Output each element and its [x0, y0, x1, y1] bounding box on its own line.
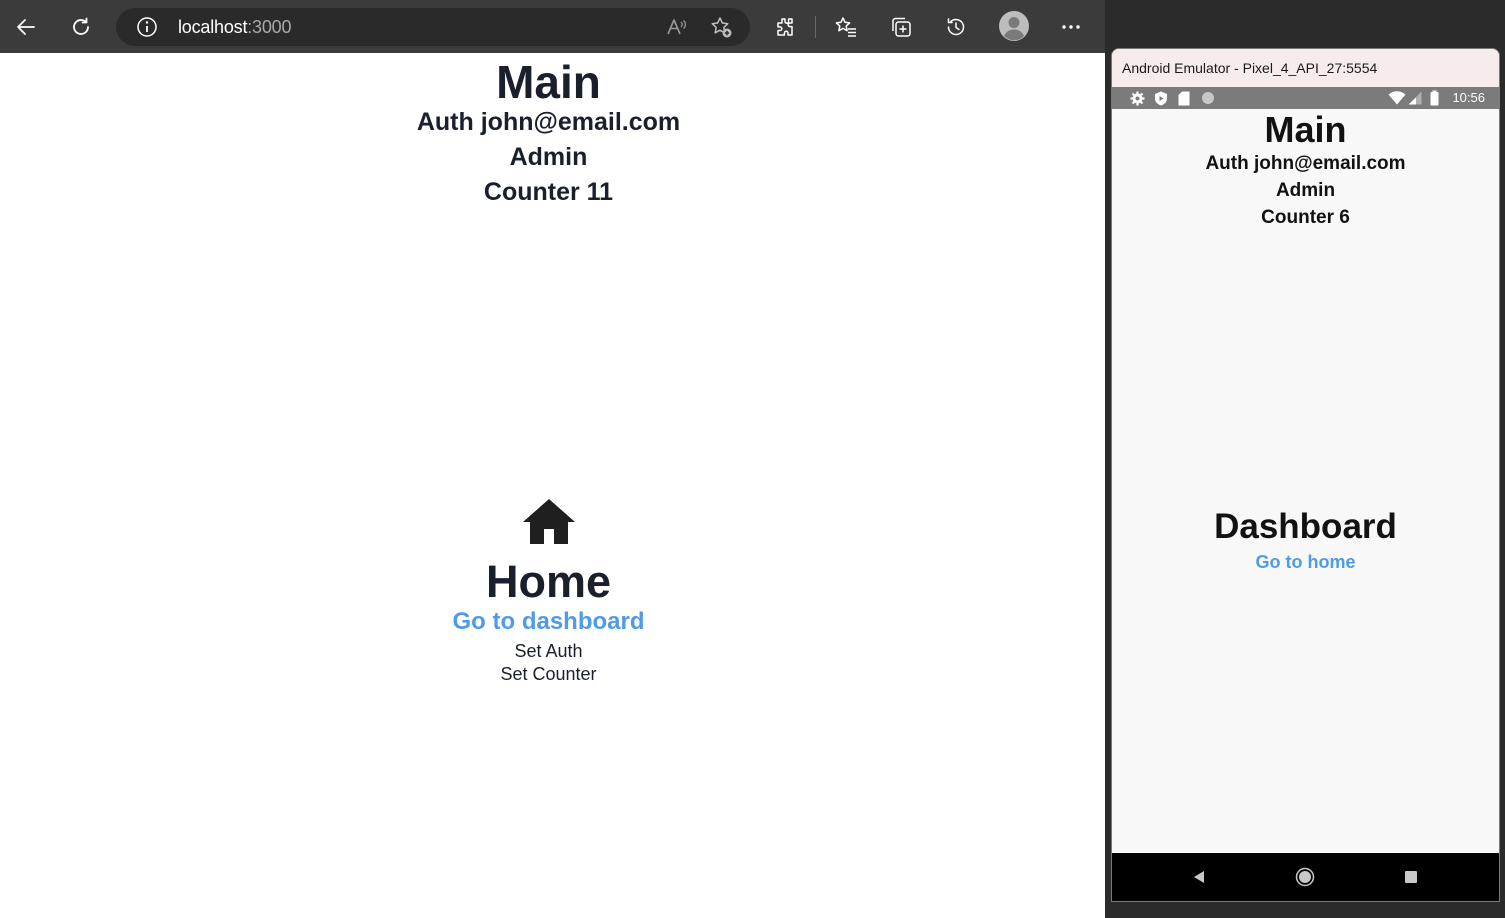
read-aloud-button[interactable]: [665, 16, 687, 43]
add-favorite-icon: [711, 17, 732, 38]
collections-button[interactable]: [884, 10, 918, 44]
emulator-role-text: Admin: [1275, 180, 1336, 201]
web-page: Main Auth john@email.com Admin Counter 1…: [0, 53, 1105, 918]
extensions-button[interactable]: [768, 10, 802, 44]
history-button[interactable]: [939, 10, 973, 44]
extensions-icon: [777, 18, 793, 36]
android-status-bar: 10:56: [1112, 87, 1499, 109]
url-host: localhost: [178, 17, 248, 37]
emulator-main-title: Main: [1264, 109, 1347, 150]
main-title: Main: [496, 56, 601, 108]
go-to-dashboard-link[interactable]: Go to dashboard: [0, 608, 1097, 636]
favorites-button[interactable]: [829, 10, 863, 44]
set-auth-button[interactable]: Set Auth: [0, 641, 1097, 662]
profile-icon: [999, 11, 1029, 41]
role-text: Admin: [509, 143, 588, 171]
android-recents-button[interactable]: [1401, 868, 1421, 886]
play-protect-icon: [1155, 91, 1167, 106]
emulator-titlebar: Android Emulator - Pixel_4_API_27:5554: [1112, 49, 1499, 87]
browser-window: localhost:3000 Main Auth john@email.com …: [0, 0, 1105, 918]
site-info-icon: [137, 17, 157, 37]
more-icon: [1062, 25, 1080, 29]
add-favorite-button[interactable]: [709, 15, 733, 44]
notification-dot-icon: [1202, 92, 1214, 104]
auth-email-text: Auth john@email.com: [416, 108, 681, 136]
emulator-counter-text: Counter 6: [1261, 207, 1350, 228]
site-info-button[interactable]: [136, 16, 158, 43]
wifi-icon: [1388, 91, 1406, 105]
cellular-signal-icon: [1408, 91, 1422, 105]
counter-text: Counter 11: [483, 178, 614, 206]
nav-home-icon: [1295, 867, 1315, 887]
address-bar[interactable]: localhost:3000: [116, 8, 750, 46]
refresh-icon: [73, 17, 89, 35]
refresh-button[interactable]: [64, 10, 98, 44]
url-port: :3000: [247, 17, 292, 37]
browser-toolbar: localhost:3000: [0, 0, 1105, 53]
profile-button[interactable]: [997, 9, 1031, 43]
settings-gear-icon: [1130, 91, 1145, 106]
address-url[interactable]: localhost:3000: [178, 17, 291, 38]
dashboard-title: Dashboard: [1214, 507, 1397, 546]
home-icon: [523, 499, 575, 544]
status-time: 10:56: [1452, 90, 1485, 105]
battery-icon: [1430, 90, 1439, 106]
go-to-home-link[interactable]: Go to home: [1112, 552, 1499, 573]
android-navigation-bar: [1112, 853, 1499, 901]
nav-recents-icon: [1405, 871, 1417, 883]
home-title: Home: [485, 556, 612, 607]
nav-back-icon: [1194, 871, 1204, 883]
toolbar-divider: [815, 16, 816, 38]
set-counter-button[interactable]: Set Counter: [0, 664, 1097, 685]
android-back-button[interactable]: [1189, 868, 1209, 886]
emulator-title: Android Emulator - Pixel_4_API_27:5554: [1122, 60, 1378, 76]
favorites-icon: [835, 17, 856, 37]
android-emulator-window: Android Emulator - Pixel_4_API_27:5554 1…: [1111, 48, 1500, 902]
emulator-auth-email-text: Auth john@email.com: [1205, 153, 1406, 174]
read-aloud-icon: [667, 19, 687, 35]
collections-icon: [892, 17, 911, 37]
android-home-button[interactable]: [1295, 867, 1315, 887]
back-button[interactable]: [9, 10, 43, 44]
more-button[interactable]: [1054, 10, 1088, 44]
emulator-app-screen: Main Auth john@email.com Admin Counter 6…: [1112, 109, 1499, 853]
back-arrow-icon: [17, 19, 35, 35]
sd-card-icon: [1178, 91, 1190, 106]
history-icon: [947, 18, 965, 36]
